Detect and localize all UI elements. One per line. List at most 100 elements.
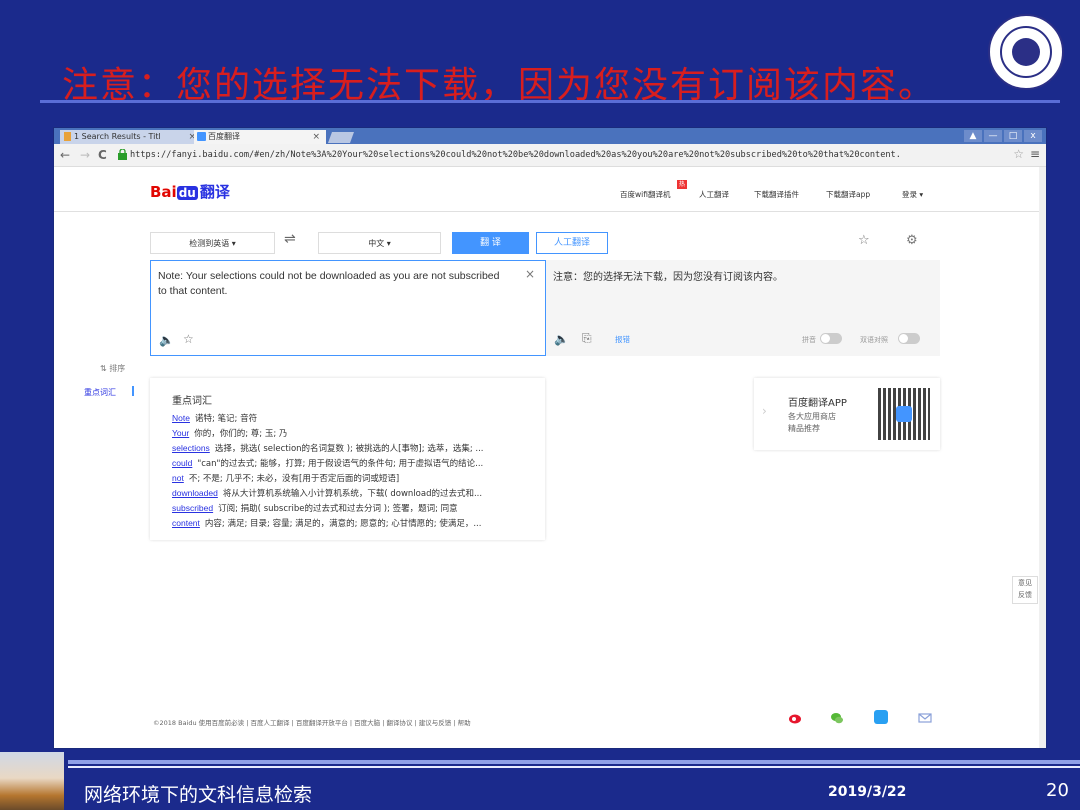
vocab-word-link[interactable]: downloaded bbox=[172, 488, 218, 498]
vocab-definition: 内容; 满足; 目录; 容量; 满足的，满意的; 愿意的; 心甘情愿的; 使满足… bbox=[204, 519, 482, 529]
vocab-word-link[interactable]: subscribed bbox=[172, 503, 213, 513]
forward-arrow-icon[interactable]: → bbox=[80, 148, 90, 162]
vocab-word-link[interactable]: content bbox=[172, 518, 200, 528]
title-divider bbox=[40, 100, 1060, 103]
weibo-icon[interactable] bbox=[788, 710, 802, 724]
reload-icon[interactable]: C bbox=[98, 148, 107, 162]
seal-emblem bbox=[1012, 38, 1040, 66]
menu-icon[interactable]: ≡ bbox=[1030, 147, 1040, 161]
feedback-button[interactable]: 意见 反馈 bbox=[1012, 576, 1038, 604]
list-item: Note 诺特; 笔记; 音符 bbox=[172, 412, 537, 424]
translate-app-icon[interactable] bbox=[874, 710, 888, 724]
translation-text: 注意：您的选择无法下载，因为您没有订阅该内容。 bbox=[553, 272, 783, 283]
nav-human-translation[interactable]: 人工翻译 bbox=[699, 189, 729, 200]
university-seal-logo bbox=[988, 14, 1064, 90]
sort-button[interactable]: ⇅ 排序 bbox=[100, 363, 125, 374]
list-item: subscribed 订阅; 捐助( subscribe的过去式和过去分词 ); … bbox=[172, 502, 537, 514]
vocab-definition: "can"的过去式; 能够，打算; 用于假设语气的条件句; 用于虚拟语气的结论.… bbox=[197, 459, 484, 469]
nav-download-app[interactable]: 下载翻译app bbox=[826, 189, 870, 200]
nav-wifi-translator[interactable]: 百度wifi翻译机 bbox=[620, 189, 670, 200]
app-logo-icon bbox=[896, 406, 912, 422]
chevron-right-icon: › bbox=[762, 404, 767, 418]
vocab-definition: 你的，你们的; 尊; 玉; 乃 bbox=[194, 429, 288, 439]
list-item: Your 你的，你们的; 尊; 玉; 乃 bbox=[172, 427, 537, 439]
vocab-word-link[interactable]: Your bbox=[172, 428, 189, 438]
wechat-icon[interactable] bbox=[830, 710, 844, 724]
vocab-title: 重点词汇 bbox=[172, 396, 212, 407]
campus-photo bbox=[0, 752, 64, 810]
vocab-word-link[interactable]: selections bbox=[172, 443, 210, 453]
key-vocabulary-card: 重点词汇 Note 诺特; 笔记; 音符 Your 你的，你们的; 尊; 玉; 乃 … bbox=[150, 378, 545, 540]
clear-icon[interactable]: × bbox=[525, 267, 535, 281]
window-controls: ▲ — □ x bbox=[964, 130, 1042, 142]
tab-label: 1 Search Results - Titl bbox=[74, 132, 161, 141]
pinyin-label: 拼音 bbox=[802, 336, 816, 344]
logo-text-fanyi: 翻译 bbox=[199, 183, 230, 201]
minimize-button[interactable]: — bbox=[984, 130, 1002, 142]
hot-badge: 热 bbox=[677, 180, 687, 189]
maximize-button[interactable]: □ bbox=[1004, 130, 1022, 142]
header-divider bbox=[54, 211, 1039, 212]
app-promo-line2: 精品推荐 bbox=[788, 424, 820, 433]
settings-gear-icon[interactable]: ⚙ bbox=[906, 233, 918, 248]
vocab-definition: 订阅; 捐助( subscribe的过去式和过去分词 ); 签署，题词; 同意 bbox=[218, 504, 458, 514]
mail-icon[interactable] bbox=[918, 710, 932, 724]
new-tab-button[interactable] bbox=[327, 132, 355, 143]
human-translation-button[interactable]: 人工翻译 bbox=[536, 232, 608, 254]
seal-ring bbox=[1000, 26, 1052, 78]
swap-languages-icon[interactable]: ⇌ bbox=[284, 231, 296, 247]
speaker-icon[interactable]: 🔈 bbox=[554, 332, 569, 346]
list-item: downloaded 将从大计算机系统输入小计算机系统，下载( download的… bbox=[172, 487, 537, 499]
app-promo-card[interactable]: › 百度翻译APP 各大应用商店 精品推荐 bbox=[754, 378, 940, 450]
tab-label: 百度翻译 bbox=[208, 132, 240, 141]
close-tab-icon[interactable]: × bbox=[312, 130, 320, 144]
star-icon[interactable]: ☆ bbox=[183, 332, 194, 346]
baidu-translate-logo[interactable]: Bai du 翻译 bbox=[150, 181, 230, 202]
course-title: 网络环境下的文科信息检索 bbox=[84, 784, 313, 806]
address-bar: ← → C https://fanyi.baidu.com/#en/zh/Not… bbox=[54, 144, 1046, 167]
feedback-line1: 意见 bbox=[1018, 579, 1032, 587]
app-promo-title: 百度翻译APP bbox=[788, 398, 847, 409]
translate-button[interactable]: 翻 译 bbox=[452, 232, 529, 254]
vocab-definition: 诺特; 笔记; 音符 bbox=[194, 414, 258, 424]
close-window-button[interactable]: x bbox=[1024, 130, 1042, 142]
vocab-word-link[interactable]: could bbox=[172, 458, 192, 468]
back-arrow-icon[interactable]: ← bbox=[60, 148, 70, 162]
url-input[interactable]: https://fanyi.baidu.com/#en/zh/Note%3A%2… bbox=[130, 148, 994, 162]
vocab-word-link[interactable]: Note bbox=[172, 413, 190, 423]
lock-icon bbox=[118, 149, 127, 160]
report-error-link[interactable]: 报错 bbox=[615, 334, 630, 345]
tab-baidu-translate[interactable]: 百度翻译 × bbox=[194, 130, 326, 144]
source-text[interactable]: Note: Your selections could not be downl… bbox=[158, 269, 508, 299]
nav-login[interactable]: 登录 ▾ bbox=[902, 189, 923, 200]
tab-bar: 1 Search Results - Titl × 百度翻译 × ▲ — □ x bbox=[54, 128, 1046, 144]
vocab-definition: 选择，挑选( selection的名词复数 ); 被挑选的人[事物]; 选萃，选… bbox=[214, 444, 484, 454]
favorites-icon[interactable]: ☆ bbox=[858, 233, 870, 248]
document-icon bbox=[64, 132, 71, 141]
user-icon[interactable]: ▲ bbox=[964, 130, 982, 142]
translation-result-area: 注意：您的选择无法下载，因为您没有订阅该内容。 🔈 ⎘ 报错 拼音 双语对照 bbox=[546, 260, 940, 356]
logo-text-bai: Bai bbox=[150, 183, 177, 201]
footer-links[interactable]: ©2018 Baidu 使用百度前必读 | 百度人工翻译 | 百度翻译开放平台 … bbox=[153, 717, 471, 727]
copy-icon[interactable]: ⎘ bbox=[582, 331, 592, 346]
bookmark-star-icon[interactable]: ☆ bbox=[1013, 147, 1024, 161]
tab-search-results[interactable]: 1 Search Results - Titl × bbox=[60, 130, 202, 144]
translate-icon bbox=[197, 132, 206, 141]
page-scrollbar[interactable] bbox=[1039, 167, 1046, 748]
target-language-select[interactable]: 中文 ▾ bbox=[318, 232, 441, 254]
speaker-icon[interactable]: 🔈 bbox=[159, 333, 174, 347]
list-item: selections 选择，挑选( selection的名词复数 ); 被挑选的人… bbox=[172, 442, 537, 454]
browser-window: 1 Search Results - Titl × 百度翻译 × ▲ — □ x… bbox=[54, 128, 1046, 748]
nav-download-plugin[interactable]: 下载翻译插件 bbox=[754, 189, 799, 200]
bilingual-toggle[interactable] bbox=[898, 333, 920, 344]
slide-date: 2019/3/22 bbox=[828, 784, 907, 800]
baidu-translate-page: Bai du 翻译 热 百度wifi翻译机 人工翻译 下载翻译插件 下载翻译app … bbox=[54, 167, 1039, 748]
footer-divider-thin bbox=[68, 766, 1080, 768]
footer-divider bbox=[68, 760, 1080, 764]
source-language-select[interactable]: 检测到英语 ▾ bbox=[150, 232, 275, 254]
sidebar-item-key-vocab[interactable]: 重点词汇 bbox=[84, 387, 116, 398]
app-promo-line1: 各大应用商店 bbox=[788, 412, 836, 421]
pinyin-toggle[interactable] bbox=[820, 333, 842, 344]
vocab-word-link[interactable]: not bbox=[172, 473, 184, 483]
source-text-area[interactable]: Note: Your selections could not be downl… bbox=[150, 260, 546, 356]
